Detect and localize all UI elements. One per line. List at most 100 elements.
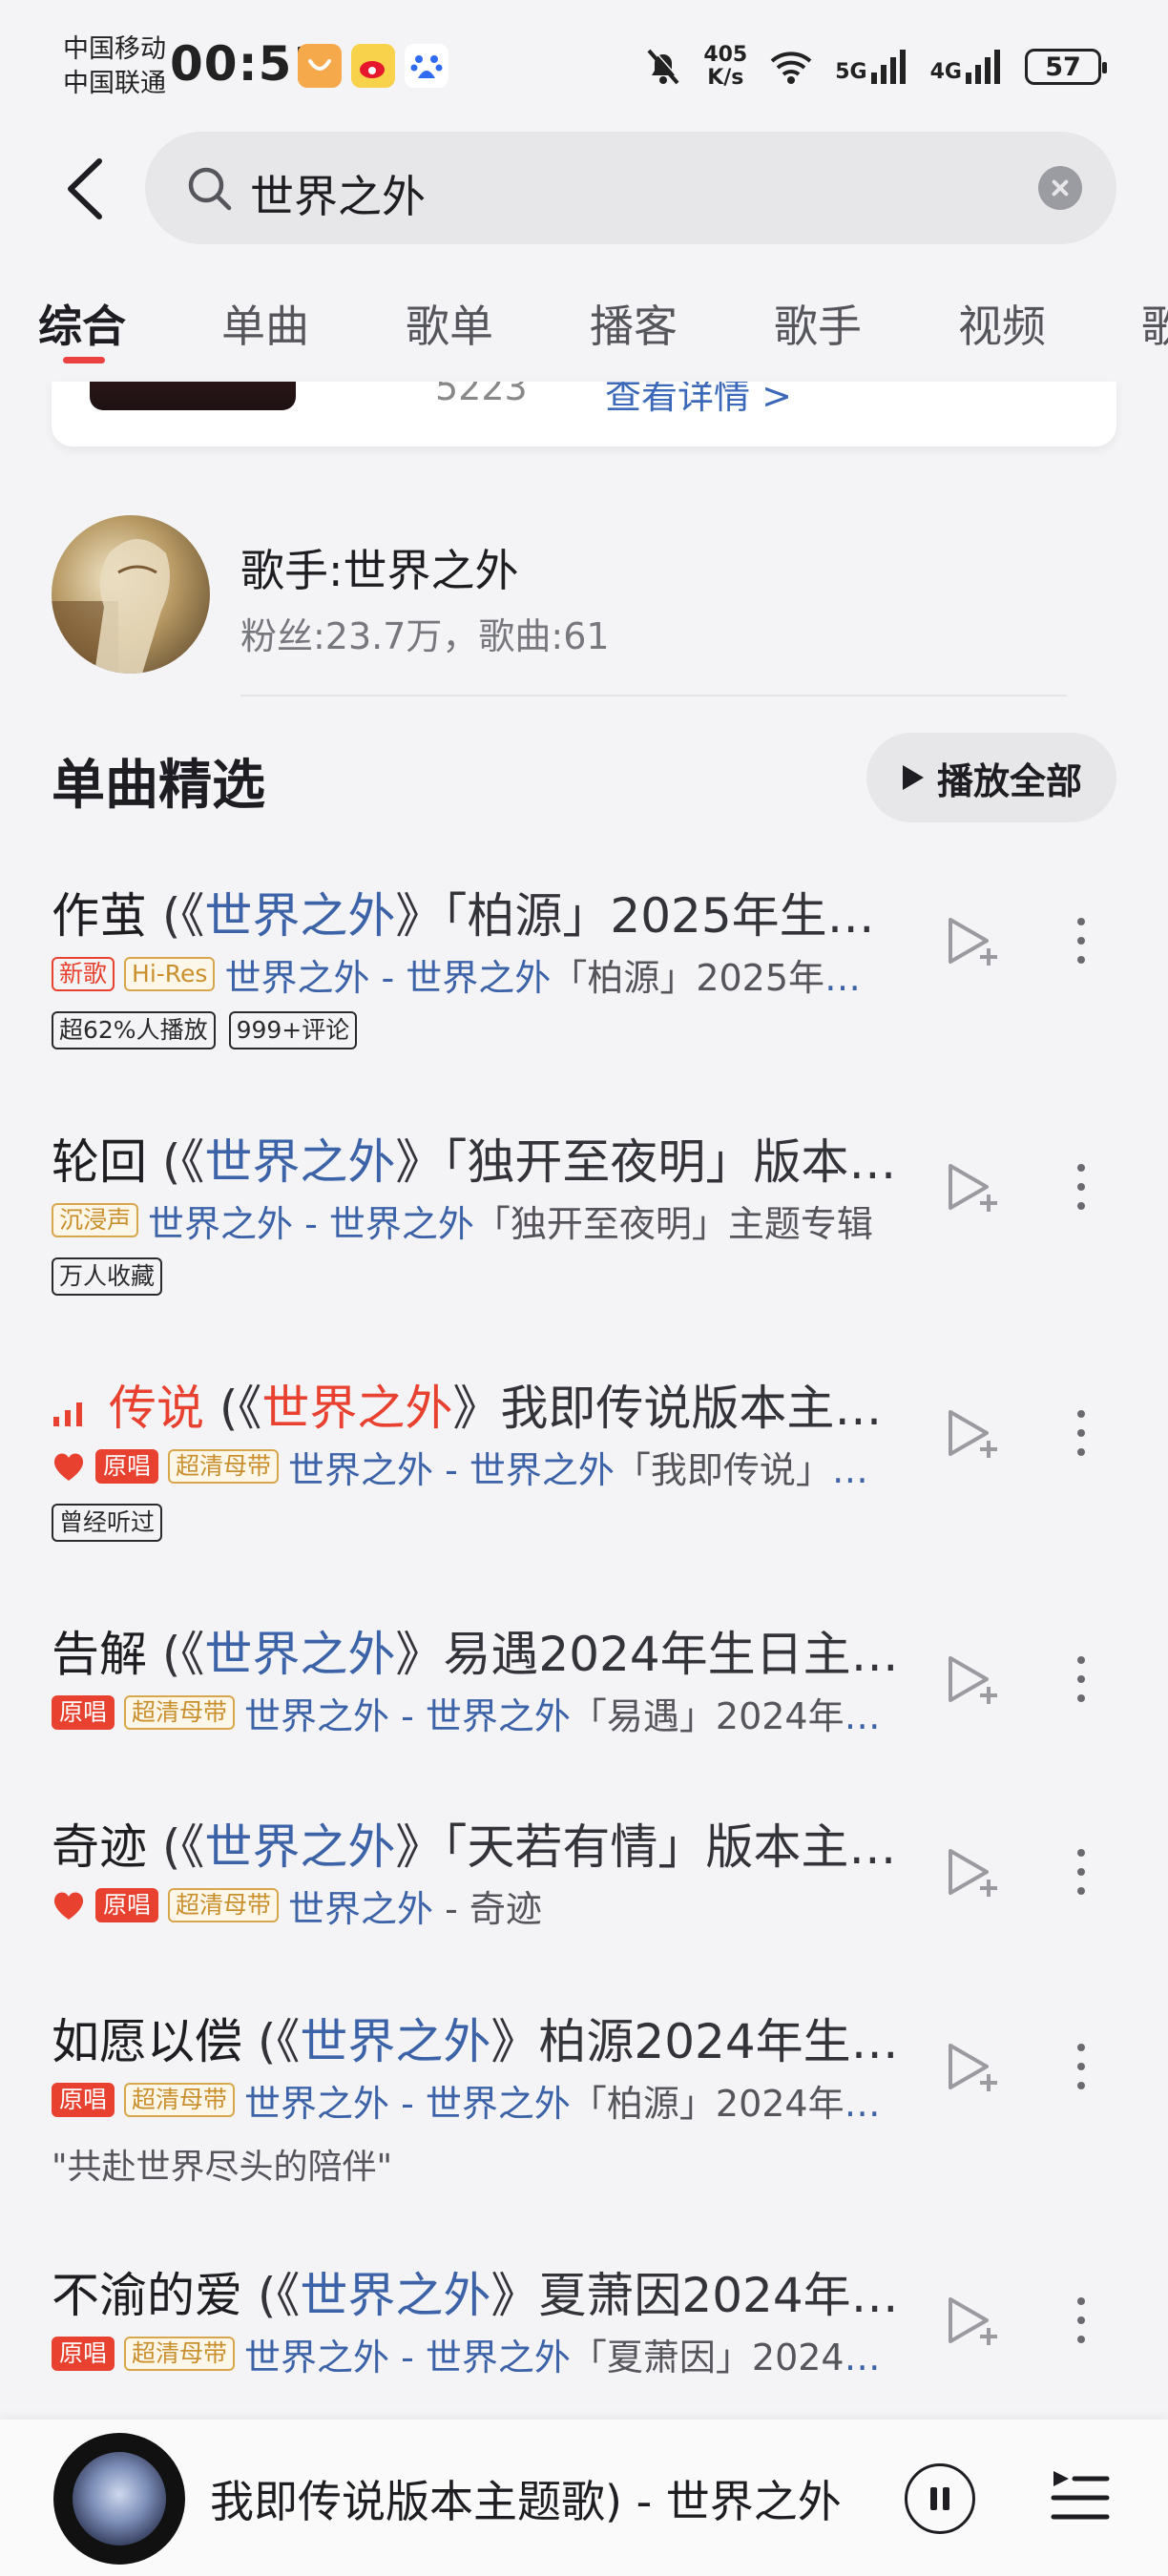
artist-stats: 粉丝:23.7万，歌曲:61 — [240, 615, 610, 657]
title-prefix: (《 — [147, 888, 205, 944]
add-to-playlist-icon[interactable] — [943, 1649, 1004, 1710]
song-chips: 曾经听过 — [52, 1504, 163, 1542]
more-options-icon[interactable] — [1067, 1649, 1095, 1710]
card-count: 5223 — [435, 382, 528, 408]
master-quality-tag: 超清母带 — [124, 2083, 236, 2117]
more-options-icon[interactable] — [1067, 1402, 1095, 1464]
original-tag: 原唱 — [95, 1449, 159, 1484]
song-artist-album: 世界之外 - 世界之外「我即传说」主题 — [288, 1441, 882, 1492]
artist-avatar[interactable] — [52, 515, 210, 674]
song-artist: 世界之外 - 世界之外 — [224, 956, 552, 999]
song-title: 告解 (《世界之外》易遇2024年生日主题曲) — [52, 1616, 910, 1685]
title-suffix: 》我即传说版本主题歌) — [452, 1381, 910, 1436]
album-disc[interactable] — [53, 2433, 185, 2565]
song-name: 告解 — [52, 1627, 147, 1682]
search-bar[interactable]: 世界之外 — [145, 132, 1116, 244]
hires-tag: Hi-Res — [124, 957, 216, 991]
add-to-playlist-icon[interactable] — [943, 910, 1004, 971]
song-meta: 沉浸声 世界之外 - 世界之外「独开至夜明」主题专辑 — [52, 1195, 882, 1246]
song-name: 传说 — [109, 1381, 204, 1436]
clear-search-icon[interactable] — [1038, 166, 1082, 210]
weibo-icon — [351, 44, 395, 88]
master-quality-tag: 超清母带 — [168, 1449, 280, 1484]
tab-more[interactable]: 歌 — [1141, 292, 1168, 355]
tab-songs[interactable]: 单曲 — [221, 292, 309, 355]
add-to-playlist-icon[interactable] — [943, 2036, 1004, 2097]
song-album: 「独开至夜明」主题专辑 — [473, 1202, 873, 1245]
search-icon — [188, 167, 232, 211]
song-name: 不渝的爱 — [52, 2268, 242, 2323]
baidu-icon — [405, 44, 448, 88]
more-options-icon[interactable] — [1067, 1841, 1095, 1902]
add-to-playlist-icon[interactable] — [943, 1402, 1004, 1464]
signal-bars-icon — [870, 50, 906, 84]
song-artist-album: 世界之外 - 世界之外「柏源」2025年生日 — [224, 948, 882, 1000]
add-to-playlist-icon[interactable] — [943, 1841, 1004, 1902]
song-album: 「柏源」2024年生日 — [570, 2082, 882, 2125]
add-to-playlist-icon[interactable] — [943, 1156, 1004, 1217]
title-highlight: 世界之外 — [300, 2014, 491, 2069]
title-highlight: 世界之外 — [204, 1627, 396, 1682]
play-all-button[interactable]: 播放全部 — [866, 733, 1116, 822]
net-speed: 405 K/s — [703, 44, 747, 90]
original-tag: 原唱 — [95, 1888, 159, 1922]
song-album: - 奇迹 — [433, 1887, 542, 1930]
song-name: 轮回 — [52, 1134, 147, 1190]
tab-videos[interactable]: 视频 — [958, 292, 1046, 355]
comment-count-chip: 999+评论 — [228, 1011, 358, 1049]
view-details-link[interactable]: 查看详情 > — [605, 382, 792, 419]
master-quality-tag: 超清母带 — [168, 1888, 280, 1922]
title-highlight: 世界之外 — [204, 1134, 396, 1190]
song-artist: 世界之外 - 世界之外 — [244, 1694, 571, 1737]
song-quote: "共赴世界尽头的陪伴" — [52, 2148, 393, 2187]
mini-player[interactable]: 我即传说版本主题歌) - 世界之外 — [0, 2420, 1168, 2576]
song-title: 作茧 (《世界之外》「柏源」2025年生日主题曲) — [52, 878, 910, 946]
tab-podcasts[interactable]: 播客 — [590, 292, 678, 355]
search-category-tabs: 综合 单曲 歌单 播客 歌手 视频 歌 — [0, 286, 1168, 382]
title-prefix: (《 — [204, 1381, 262, 1436]
pause-button[interactable] — [905, 2463, 975, 2534]
more-options-icon[interactable] — [1067, 910, 1095, 971]
new-song-tag: 新歌 — [52, 957, 115, 991]
title-prefix: (《 — [242, 2014, 301, 2069]
title-highlight: 世界之外 — [204, 888, 396, 944]
title-highlight: 世界之外 — [261, 1381, 453, 1436]
playlist-queue-icon[interactable] — [1050, 2467, 1111, 2524]
title-prefix: (《 — [242, 2268, 301, 2323]
listened-chip: 曾经听过 — [52, 1504, 163, 1542]
more-options-icon[interactable] — [1067, 2290, 1095, 2351]
song-name: 奇迹 — [52, 1819, 147, 1875]
back-arrow-icon[interactable] — [61, 156, 111, 222]
now-playing-title[interactable]: 我即传说版本主题歌) - 世界之外 — [210, 2467, 859, 2530]
artist-name[interactable]: 歌手:世界之外 — [240, 536, 519, 599]
tab-all[interactable]: 综合 — [38, 292, 126, 355]
signal-bars-icon — [966, 50, 1000, 84]
tab-artists[interactable]: 歌手 — [774, 292, 862, 355]
active-tab-indicator — [63, 357, 105, 364]
more-options-icon[interactable] — [1067, 1156, 1095, 1217]
song-meta: 原唱 超清母带 世界之外 - 奇迹 — [52, 1880, 882, 1931]
play-all-label: 播放全部 — [936, 759, 1082, 802]
play-icon — [902, 765, 924, 790]
tab-playlists[interactable]: 歌单 — [406, 292, 493, 355]
more-options-icon[interactable] — [1067, 2036, 1095, 2097]
original-tag: 原唱 — [52, 2337, 115, 2371]
liked-heart-icon — [53, 1453, 84, 1481]
sig1-label: 5G — [835, 60, 867, 84]
add-to-playlist-icon[interactable] — [943, 2290, 1004, 2351]
song-artist-album: 世界之外 - 世界之外「夏萧因」2024年生日 — [244, 2328, 882, 2379]
song-artist: 世界之外 - 世界之外 — [288, 1448, 615, 1491]
scrolled-result-card[interactable]: 5223 查看详情 > — [52, 382, 1116, 447]
song-artist: 世界之外 - 世界之外 — [244, 2336, 571, 2379]
song-album: 「柏源」2025年生日 — [551, 956, 882, 999]
song-meta: 原唱 超清母带 世界之外 - 世界之外「易遇」2024年生日 — [52, 1687, 882, 1738]
signal-4g: 4G — [930, 50, 1004, 84]
title-prefix: (《 — [147, 1819, 205, 1875]
search-input[interactable]: 世界之外 — [250, 162, 426, 225]
net-speed-value: 405 — [703, 43, 748, 67]
sig2-label: 4G — [929, 60, 962, 84]
immersive-audio-tag: 沉浸声 — [52, 1203, 139, 1237]
song-artist: 世界之外 — [288, 1887, 434, 1930]
app-notification-icon — [298, 44, 342, 88]
play-rate-chip: 超62%人播放 — [52, 1011, 216, 1049]
